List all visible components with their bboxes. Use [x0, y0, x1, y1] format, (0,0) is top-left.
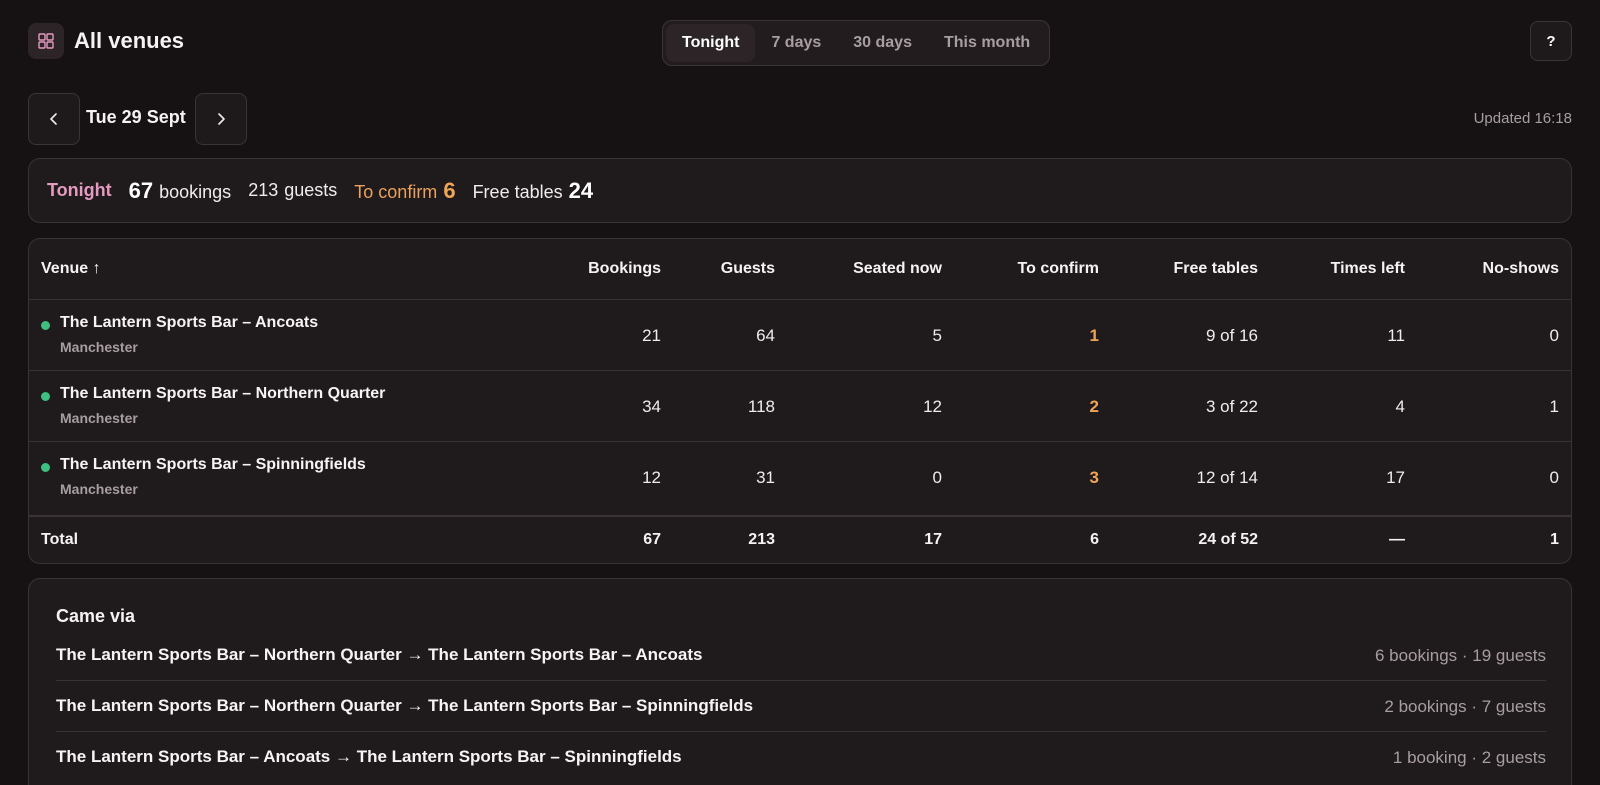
table-row[interactable]: The Lantern Sports Bar – Spinningfields … — [29, 442, 1571, 513]
summary-confirm-value: 6 — [443, 177, 456, 203]
noshows-cell: 1 — [1549, 397, 1559, 416]
noshows-cell: 0 — [1549, 468, 1559, 487]
bookings-cell: 12 — [642, 468, 661, 487]
venue-city: Manchester — [60, 481, 138, 497]
confirm-cell: 2 — [1089, 397, 1099, 416]
venue-name: The Lantern Sports Bar – Northern Quarte… — [60, 385, 386, 402]
status-dot — [41, 321, 50, 330]
list-item[interactable]: The Lantern Sports Bar – Ancoats → The L… — [56, 732, 1546, 783]
tab-tonight[interactable]: Tonight — [666, 24, 756, 62]
came-via-title: Came via — [56, 606, 136, 626]
column-seated-header[interactable]: Seated now — [853, 260, 942, 278]
tab-30-days[interactable]: 30 days — [837, 24, 928, 62]
confirm-cell: 3 — [1089, 468, 1099, 487]
via-stats: 6 bookings · 19 guests — [1374, 646, 1546, 665]
summary-period: Tonight — [47, 180, 112, 200]
status-dot — [41, 463, 50, 472]
column-noshows-header[interactable]: No-shows — [1483, 260, 1559, 278]
via-route: The Lantern Sports Bar – Ancoats → The L… — [56, 747, 682, 766]
noshows-cell: 0 — [1549, 326, 1559, 345]
column-free-header[interactable]: Free tables — [1174, 260, 1258, 278]
summary-bar: Tonight 67 bookings 213 guests To confir… — [28, 158, 1572, 223]
total-seated: 17 — [924, 531, 942, 548]
summary-guests-label: guests — [284, 180, 338, 200]
guests-cell: 118 — [747, 397, 775, 416]
chevron-left-icon — [50, 113, 57, 125]
came-via-panel: Came via The Lantern Sports Bar – Northe… — [28, 578, 1572, 785]
free-tables-cell: 12 of 14 — [1196, 468, 1258, 487]
via-stats: 2 bookings · 7 guests — [1384, 697, 1546, 716]
summary-free-tables: Free tables 24 — [473, 178, 594, 204]
total-times-left: — — [1389, 531, 1405, 548]
current-date: Tue 29 Sept — [86, 107, 186, 127]
guests-cell: 31 — [756, 468, 775, 487]
table-row[interactable]: The Lantern Sports Bar – Northern Quarte… — [29, 371, 1571, 442]
column-guests-header[interactable]: Guests — [721, 260, 775, 278]
seated-cell: 0 — [932, 468, 942, 487]
list-item[interactable]: The Lantern Sports Bar – Northern Quarte… — [56, 681, 1546, 732]
via-route: The Lantern Sports Bar – Northern Quarte… — [56, 696, 754, 715]
tab-this-month[interactable]: This month — [928, 24, 1046, 62]
free-tables-cell: 3 of 22 — [1206, 397, 1258, 416]
bookings-cell: 21 — [642, 326, 661, 345]
times-left-cell: 4 — [1395, 397, 1405, 416]
via-route: The Lantern Sports Bar – Northern Quarte… — [56, 645, 703, 664]
summary-guests-value: 213 — [248, 180, 279, 200]
summary-bookings-value: 67 — [128, 177, 154, 203]
guests-cell: 64 — [756, 326, 775, 345]
summary-to-confirm: To confirm 6 — [354, 178, 455, 204]
column-times-header[interactable]: Times left — [1331, 260, 1405, 278]
total-bookings: 67 — [643, 531, 661, 548]
summary-confirm-label: To confirm — [354, 181, 438, 202]
table-header: Venue ↑ Bookings Guests Seated now To co… — [29, 239, 1571, 300]
chevron-right-icon — [218, 113, 225, 125]
page-header: All venues Tonight 7 days 30 days This m… — [28, 20, 1572, 66]
help-button[interactable]: ? — [1530, 21, 1572, 61]
summary-free-label: Free tables — [472, 181, 563, 202]
table-total-row: Total 67 213 17 6 24 of 52 — 1 — [29, 515, 1571, 563]
summary-free-value: 24 — [568, 177, 594, 203]
bookings-cell: 34 — [642, 397, 661, 416]
seated-cell: 5 — [932, 326, 942, 345]
venue-name: The Lantern Sports Bar – Ancoats — [60, 314, 319, 331]
total-label: Total — [41, 531, 79, 548]
column-bookings-header[interactable]: Bookings — [588, 260, 661, 278]
summary-guests: 213 guests — [248, 180, 337, 201]
column-venue-header[interactable]: Venue ↑ — [41, 260, 101, 278]
venue-city: Manchester — [60, 339, 138, 355]
next-day-button[interactable] — [195, 93, 247, 145]
total-noshows: 1 — [1550, 531, 1559, 548]
confirm-cell: 1 — [1089, 326, 1099, 345]
free-tables-cell: 9 of 16 — [1206, 326, 1258, 345]
column-confirm-header[interactable]: To confirm — [1018, 260, 1099, 278]
seated-cell: 12 — [923, 397, 942, 416]
page-title: All venues — [74, 28, 185, 53]
times-left-cell: 11 — [1387, 326, 1405, 345]
list-item[interactable]: The Lantern Sports Bar – Northern Quarte… — [56, 630, 1546, 681]
total-free-tables: 24 of 52 — [1198, 531, 1258, 548]
range-tabs: Tonight 7 days 30 days This month — [662, 20, 1051, 66]
summary-bookings-label: bookings — [159, 181, 232, 202]
updated-timestamp: Updated 16:18 — [1473, 110, 1572, 127]
previous-day-button[interactable] — [28, 93, 80, 145]
times-left-cell: 17 — [1386, 468, 1405, 487]
venues-table: Venue ↑ Bookings Guests Seated now To co… — [28, 238, 1572, 564]
status-dot — [41, 392, 50, 401]
total-guests: 213 — [748, 531, 775, 548]
via-stats: 1 booking · 2 guests — [1392, 748, 1546, 767]
grid-icon[interactable] — [28, 23, 64, 59]
summary-bookings: 67 bookings — [129, 178, 232, 204]
tab-7-days[interactable]: 7 days — [755, 24, 837, 62]
venue-city: Manchester — [60, 410, 138, 426]
total-confirm: 6 — [1090, 531, 1099, 548]
venue-name: The Lantern Sports Bar – Spinningfields — [60, 456, 366, 473]
table-row[interactable]: The Lantern Sports Bar – Ancoats Manches… — [29, 300, 1571, 371]
